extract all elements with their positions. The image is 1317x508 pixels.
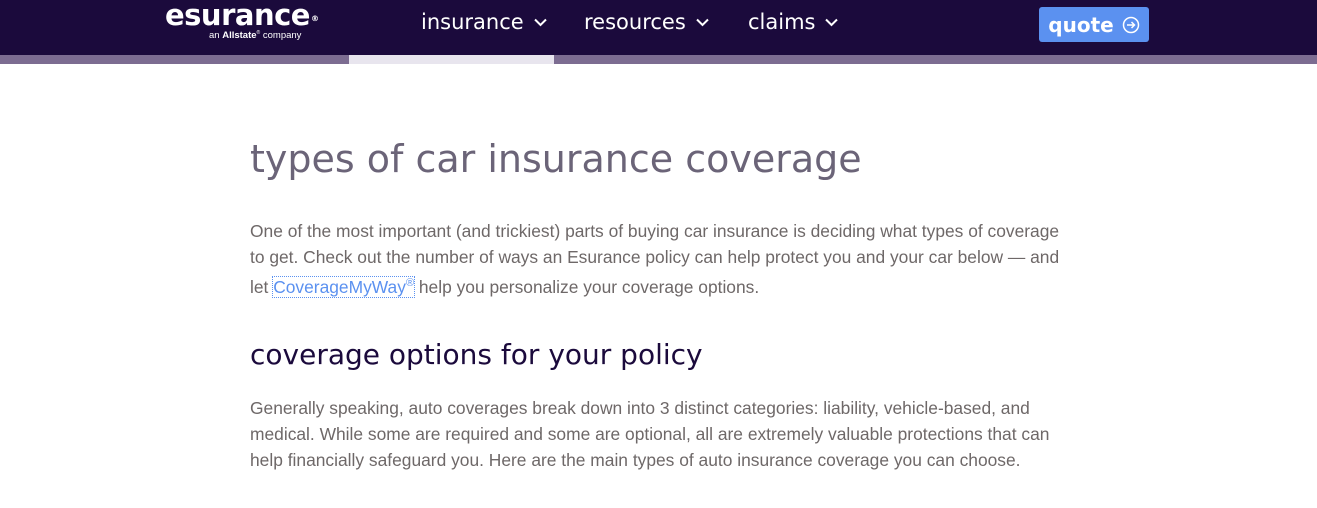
site-header: esurance® an Allstate® company insurance… (0, 0, 1317, 55)
intro-paragraph: One of the most important (and trickiest… (250, 221, 1060, 298)
chevron-down-icon (696, 18, 709, 26)
subnav-active-indicator (349, 55, 554, 64)
subnav-bar (0, 55, 1317, 64)
logo-registered-mark: ® (310, 14, 319, 23)
quote-button[interactable]: quote (1039, 7, 1149, 42)
nav-item-label: claims (748, 10, 816, 34)
coveragemyway-link[interactable]: CoverageMyWay® (272, 275, 416, 298)
logo-wordmark: esurance® (165, 0, 319, 32)
quote-button-label: quote (1048, 12, 1114, 37)
nav-item-label: insurance (421, 10, 524, 34)
chevron-down-icon (533, 18, 547, 26)
arrow-circle-right-icon (1122, 16, 1139, 33)
nav-item-label: resources (584, 10, 686, 34)
nav-item-insurance[interactable]: insurance (421, 9, 547, 35)
chevron-down-icon (825, 18, 839, 26)
nav-item-claims[interactable]: claims (748, 9, 839, 35)
page-title: types of car insurance coverage (250, 137, 862, 181)
section-paragraph: Generally speaking, auto coverages break… (250, 398, 1050, 470)
esurance-logo[interactable]: esurance® an Allstate® company (165, 0, 319, 41)
nav-item-resources[interactable]: resources (584, 9, 709, 35)
logo-tagline: an Allstate® company (209, 30, 302, 42)
section-heading: coverage options for your policy (250, 338, 703, 371)
